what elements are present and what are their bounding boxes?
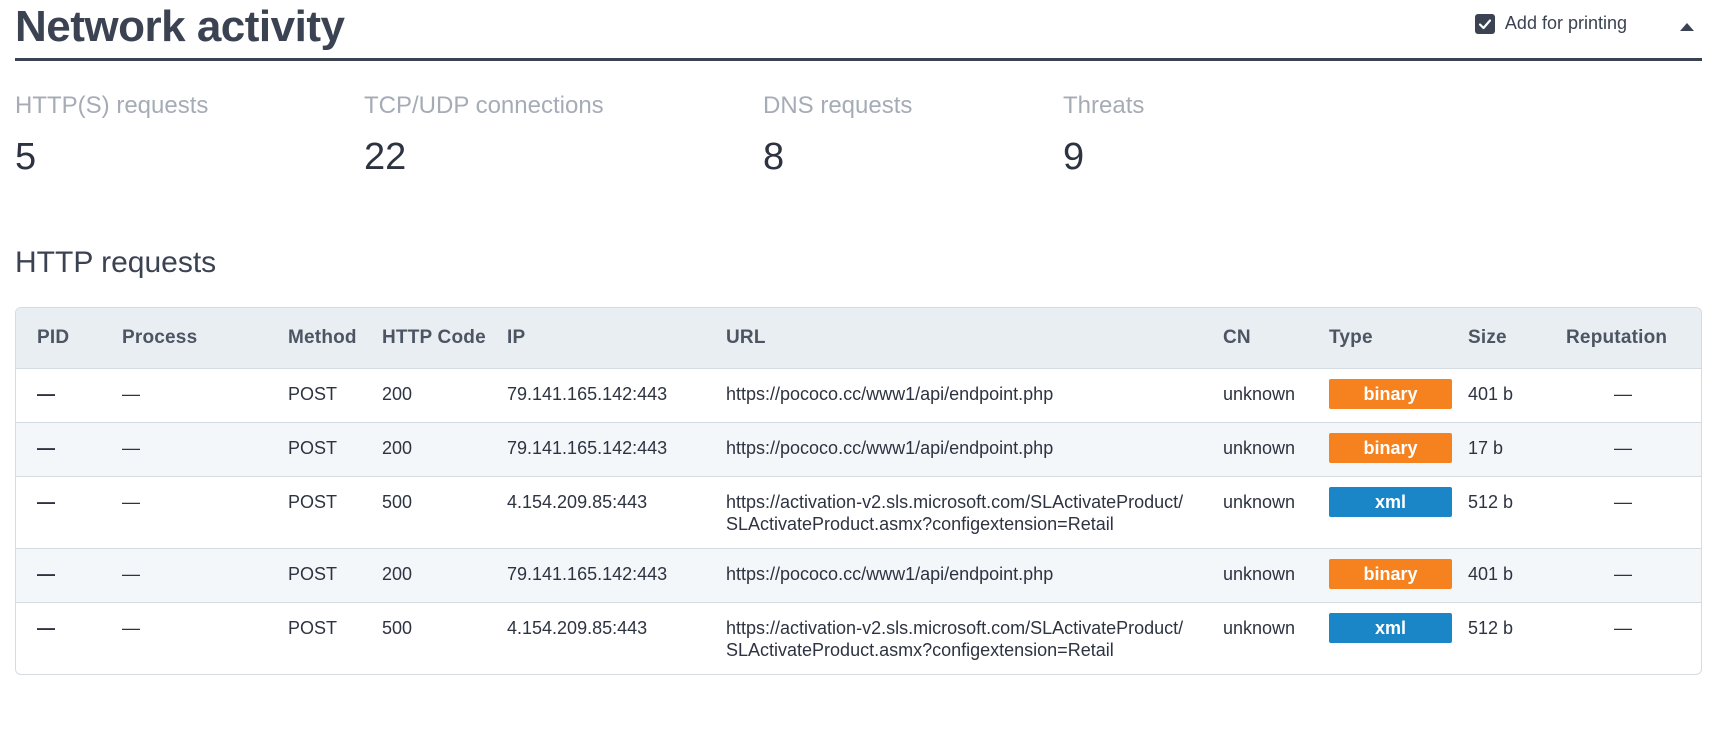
- cell-method: POST: [267, 422, 361, 477]
- add-for-printing-label: Add for printing: [1504, 13, 1627, 33]
- cell-process: —: [101, 602, 267, 674]
- add-for-printing-toggle[interactable]: Add for printing: [1474, 13, 1627, 34]
- table-header-row: PID Process Method HTTP Code IP URL CN T…: [16, 308, 1701, 369]
- checkbox-checked-icon[interactable]: [1474, 13, 1495, 34]
- table-row[interactable]: — — POST 200 79.141.165.142:443 https://…: [16, 548, 1701, 603]
- cell-ip: 79.141.165.142:443: [486, 368, 705, 423]
- cell-pid: —: [16, 422, 101, 477]
- cell-process: —: [101, 422, 267, 477]
- table-row[interactable]: — — POST 200 79.141.165.142:443 https://…: [16, 368, 1701, 423]
- column-header-process[interactable]: Process: [101, 308, 267, 369]
- column-header-http-code[interactable]: HTTP Code: [361, 308, 486, 369]
- stat-label: DNS requests: [763, 92, 913, 119]
- cell-reputation: —: [1545, 476, 1701, 549]
- table-row[interactable]: — — POST 500 4.154.209.85:443 https://ac…: [16, 602, 1701, 674]
- type-badge: binary: [1329, 379, 1452, 409]
- http-requests-table: PID Process Method HTTP Code IP URL CN T…: [15, 307, 1702, 675]
- cell-reputation: —: [1545, 548, 1701, 603]
- cell-type: binary: [1308, 422, 1452, 477]
- cell-ip: 79.141.165.142:443: [486, 422, 705, 477]
- column-header-reputation[interactable]: Reputation: [1545, 308, 1701, 369]
- cell-pid: —: [16, 548, 101, 603]
- cell-ip: 4.154.209.85:443: [486, 476, 705, 549]
- cell-method: POST: [267, 476, 361, 549]
- cell-type: xml: [1308, 602, 1452, 674]
- section-header: Network activity Add for printing: [15, 0, 1702, 61]
- cell-http-code: 200: [361, 422, 486, 477]
- type-badge: xml: [1329, 487, 1452, 517]
- column-header-method[interactable]: Method: [267, 308, 361, 369]
- cell-cn: unknown: [1202, 548, 1308, 603]
- stat-http-requests: HTTP(S) requests 5: [15, 92, 208, 179]
- column-header-size[interactable]: Size: [1447, 308, 1545, 369]
- caret-up-icon[interactable]: [1678, 20, 1696, 34]
- cell-cn: unknown: [1202, 602, 1308, 674]
- cell-method: POST: [267, 602, 361, 674]
- cell-type: binary: [1308, 548, 1452, 603]
- table-row[interactable]: — — POST 200 79.141.165.142:443 https://…: [16, 422, 1701, 477]
- stat-value: 9: [1063, 136, 1085, 178]
- stat-value: 5: [15, 136, 37, 178]
- column-header-cn[interactable]: CN: [1202, 308, 1308, 369]
- type-badge: binary: [1329, 559, 1452, 589]
- cell-type: xml: [1308, 476, 1452, 549]
- network-activity-page: Network activity Add for printing HTTP(S…: [0, 0, 1713, 752]
- cell-http-code: 500: [361, 602, 486, 674]
- cell-url: https://pococo.cc/www1/api/endpoint.php: [705, 548, 1202, 603]
- type-badge: binary: [1329, 433, 1452, 463]
- cell-url: https://activation-v2.sls.microsoft.com/…: [705, 476, 1202, 549]
- cell-method: POST: [267, 548, 361, 603]
- cell-size: 401 b: [1447, 548, 1545, 603]
- stat-label: Threats: [1063, 92, 1145, 119]
- cell-size: 512 b: [1447, 602, 1545, 674]
- cell-ip: 79.141.165.142:443: [486, 548, 705, 603]
- cell-pid: —: [16, 602, 101, 674]
- cell-url: https://pococo.cc/www1/api/endpoint.php: [705, 422, 1202, 477]
- cell-process: —: [101, 368, 267, 423]
- cell-cn: unknown: [1202, 368, 1308, 423]
- cell-url: https://activation-v2.sls.microsoft.com/…: [705, 602, 1202, 674]
- cell-process: —: [101, 548, 267, 603]
- stat-tcp-udp-connections: TCP/UDP connections 22: [364, 92, 604, 179]
- cell-reputation: —: [1545, 368, 1701, 423]
- http-requests-title: HTTP requests: [15, 246, 217, 279]
- column-header-pid[interactable]: PID: [16, 308, 101, 369]
- cell-pid: —: [16, 368, 101, 423]
- table-row[interactable]: — — POST 500 4.154.209.85:443 https://ac…: [16, 476, 1701, 549]
- cell-process: —: [101, 476, 267, 549]
- stat-label: HTTP(S) requests: [15, 92, 209, 119]
- stat-value: 8: [763, 136, 785, 178]
- page-title: Network activity: [15, 2, 345, 51]
- stat-dns-requests: DNS requests 8: [763, 92, 912, 179]
- column-header-type[interactable]: Type: [1308, 308, 1447, 369]
- stat-value: 22: [364, 136, 407, 178]
- type-badge: xml: [1329, 613, 1452, 643]
- cell-type: binary: [1308, 368, 1452, 423]
- cell-method: POST: [267, 368, 361, 423]
- cell-url: https://pococo.cc/www1/api/endpoint.php: [705, 368, 1202, 423]
- cell-size: 512 b: [1447, 476, 1545, 549]
- cell-size: 401 b: [1447, 368, 1545, 423]
- stat-label: TCP/UDP connections: [364, 92, 604, 119]
- cell-ip: 4.154.209.85:443: [486, 602, 705, 674]
- cell-pid: —: [16, 476, 101, 549]
- cell-http-code: 500: [361, 476, 486, 549]
- cell-cn: unknown: [1202, 476, 1308, 549]
- cell-reputation: —: [1545, 422, 1701, 477]
- cell-cn: unknown: [1202, 422, 1308, 477]
- column-header-ip[interactable]: IP: [486, 308, 705, 369]
- cell-http-code: 200: [361, 368, 486, 423]
- cell-size: 17 b: [1447, 422, 1545, 477]
- column-header-url[interactable]: URL: [705, 308, 1202, 369]
- stat-threats: Threats 9: [1063, 92, 1144, 179]
- cell-http-code: 200: [361, 548, 486, 603]
- cell-reputation: —: [1545, 602, 1701, 674]
